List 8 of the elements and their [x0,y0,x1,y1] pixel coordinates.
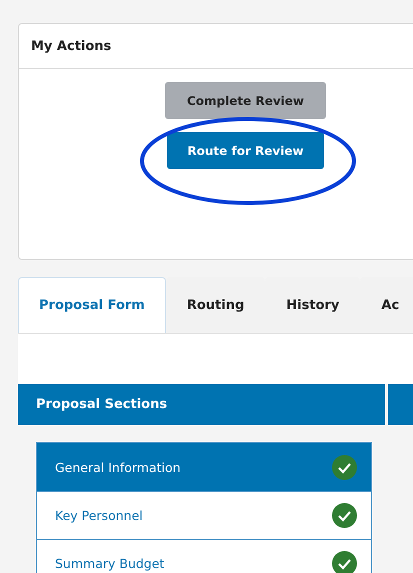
card-title: My Actions [31,38,112,54]
section-item[interactable]: Key Personnel [37,492,371,540]
review-button[interactable]: Complete Review [165,82,326,119]
route-button[interactable]: Route for Review [167,132,324,169]
tab[interactable]: Proposal Form [18,277,166,333]
section-item[interactable]: General Information [37,443,371,492]
section-item[interactable]: Summary Budget [37,540,371,573]
section-title: Proposal Sections [35,397,168,412]
